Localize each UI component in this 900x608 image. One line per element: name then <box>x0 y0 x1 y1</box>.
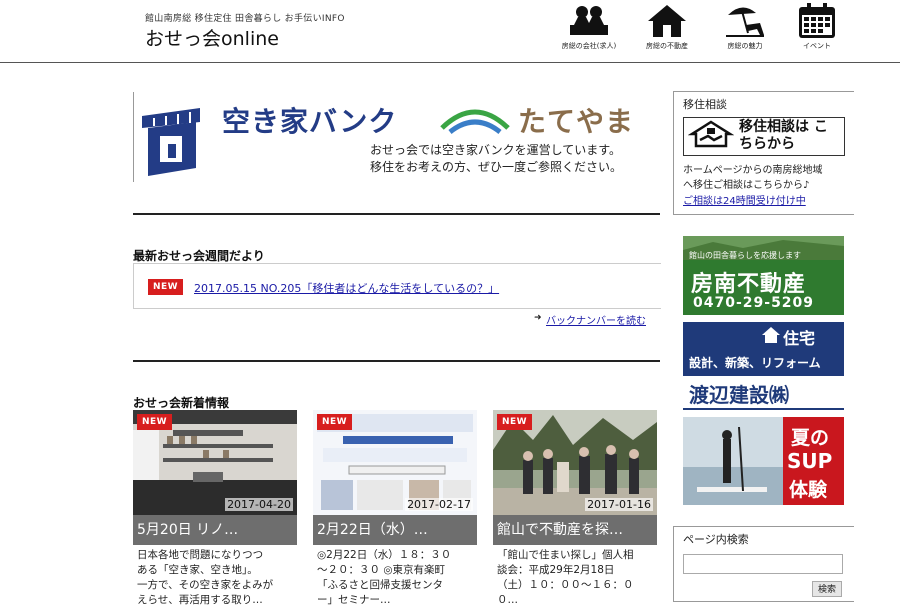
news-section-title: おせっ会新着情報 <box>133 396 230 410</box>
site-header: 館山南房総 移住定住 田舎暮らし お手伝いINFO おせっ会online 房総の… <box>0 0 900 63</box>
akiya-bank-banner[interactable]: 空き家バンク たてやま おせっ会では空き家バンクを運営しています。 移住をお考え… <box>133 92 661 182</box>
card-date: 2017-02-17 <box>405 498 473 511</box>
excerpt-line: ～２０：３０ ◎東京有楽町 <box>317 564 445 576</box>
ad-company-name: 渡辺建設㈱ <box>689 383 789 407</box>
newsletter-link[interactable]: 2017.05.15 NO.205「移住者はどんな生活をしているの？」 <box>194 280 499 296</box>
card-date: 2017-01-16 <box>585 498 653 511</box>
site-tagline: 館山南房総 移住定住 田舎暮らし お手伝いINFO <box>145 14 345 24</box>
nav-item-attractions[interactable]: 房総の魅力 <box>714 3 776 58</box>
consult-link[interactable]: ご相談は24時間受け付け中 <box>683 192 806 207</box>
new-badge: NEW <box>137 414 173 430</box>
nav-label: 房総の会社(求人) <box>561 42 617 50</box>
ad-text-line3: 体験 <box>789 479 828 501</box>
site-title[interactable]: おせっ会online <box>145 24 279 51</box>
banner-description-line2: 移住をお考えの方、ぜひ一度ご参照ください。 <box>370 160 623 174</box>
ad-services: 設計、新築、リフォーム <box>689 356 821 370</box>
card-excerpt: ◎2月22日（水）１８：３０ ～２０：３０ ◎東京有楽町 「ふるさと回帰支援セン… <box>317 548 473 608</box>
card-excerpt: 日本各地で問題になりつつ ある「空き家、空き地」。 一方で、その空き家をよみが … <box>137 548 293 608</box>
house-icon <box>648 5 686 37</box>
nav-label: イベント <box>803 42 831 50</box>
nav-item-companies[interactable]: 房総の会社(求人) <box>558 3 620 58</box>
ad-company-name: 房南不動産 <box>691 272 807 297</box>
search-input[interactable] <box>683 554 843 574</box>
consult-button[interactable]: 移住相談は こちらから <box>683 117 845 156</box>
nav-label: 房総の不動産 <box>646 42 688 50</box>
consult-text: へ移住ご相談はこちらから♪ <box>683 180 810 191</box>
divider <box>133 213 660 215</box>
card-title[interactable]: 2月22日（水）… <box>313 515 477 545</box>
newsletter-section-title: 最新おせっ会週間だより <box>133 249 265 263</box>
card-date: 2017-04-20 <box>225 498 293 511</box>
nav-item-events[interactable]: イベント <box>786 3 848 58</box>
excerpt-line: 一方で、その空き家をよみが <box>137 579 274 591</box>
excerpt-line: 日本各地で問題になりつつ <box>137 549 264 561</box>
beach-icon <box>726 7 764 37</box>
excerpt-line: （土）１０：００～１６：０ <box>497 579 634 591</box>
banner-description-line1: おせっ会では空き家バンクを運営しています。 <box>370 143 622 157</box>
consult-text: ホームページからの南房総地域 <box>683 165 823 176</box>
calendar-icon <box>799 3 835 38</box>
workers-icon <box>570 6 608 35</box>
card-title[interactable]: 5月20日 リノ… <box>133 515 297 545</box>
search-widget-title: ページ内検索 <box>683 533 749 546</box>
ad-tagline: 館山の田舎暮らしを応援します <box>689 251 801 260</box>
new-badge: NEW <box>497 414 533 430</box>
excerpt-line: ある「空き家、空き地」。 <box>137 564 258 576</box>
arrow-right-icon: ➜ <box>534 313 542 323</box>
excerpt-line: 談会：平成29年2月18日 <box>497 564 615 576</box>
sup-photo <box>683 417 783 505</box>
banner-title-tateyama: たてやま <box>518 105 635 138</box>
ad-phone: 0470-29-5209 <box>693 295 815 311</box>
card-excerpt: 「館山で住まい探し」個人相 談会：平成29年2月18日 （土）１０：００～１６：… <box>497 548 653 608</box>
search-button[interactable]: 検索 <box>812 581 842 597</box>
excerpt-line: 「ふるさと回帰支援センタ <box>317 579 443 591</box>
ad-text-line1: 夏の <box>791 427 830 449</box>
mountain-wave-icon <box>440 109 510 134</box>
handshake-house-icon <box>688 120 734 148</box>
ad-bounan-realestate[interactable]: 館山の田舎暮らしを応援します 房南不動産 0470-29-5209 <box>683 236 844 315</box>
new-badge: NEW <box>148 279 184 295</box>
new-badge: NEW <box>317 414 353 430</box>
excerpt-line: えらせ、再活用する取り… <box>137 594 263 606</box>
nav-label: 房総の魅力 <box>727 42 763 50</box>
ad-text-line2: SUP <box>787 449 833 473</box>
back-numbers-link[interactable]: バックナンバーを読む <box>546 312 646 327</box>
banner-title-akiya: 空き家バンク <box>222 105 398 138</box>
shop-icon <box>142 108 200 176</box>
ad-sup-experience[interactable]: 夏の SUP 体験 <box>683 417 844 505</box>
excerpt-line: ０… <box>497 594 518 606</box>
news-card[interactable]: NEW 2017-01-16 館山で不動産を探… 「館山で住まい探し」個人相 談… <box>493 410 657 606</box>
news-card[interactable]: NEW 2017-04-20 5月20日 リノ… 日本各地で問題になりつつ ある… <box>133 410 297 606</box>
news-card[interactable]: NEW 2017-02-17 2月22日（水）… ◎2月22日（水）１８：３０ … <box>313 410 477 606</box>
house-icon <box>762 327 780 343</box>
ad-watanabe-construction[interactable]: 住宅 設計、新築、リフォーム 渡辺建設㈱ <box>683 322 844 410</box>
consult-widget-title: 移住相談 <box>683 98 727 111</box>
divider <box>133 360 660 362</box>
ad-top-label: 住宅 <box>783 329 816 348</box>
excerpt-line: 「館山で住まい探し」個人相 <box>497 549 634 561</box>
newsletter-box: NEW 2017.05.15 NO.205「移住者はどんな生活をしているの？」 <box>133 263 661 309</box>
consult-button-label: 移住相談は こちらから <box>739 119 828 152</box>
card-title[interactable]: 館山で不動産を探… <box>493 515 657 545</box>
nav-item-realestate[interactable]: 房総の不動産 <box>636 3 698 58</box>
excerpt-line: ー」セミナー… <box>317 594 391 606</box>
excerpt-line: ◎2月22日（水）１８：３０ <box>317 549 452 561</box>
